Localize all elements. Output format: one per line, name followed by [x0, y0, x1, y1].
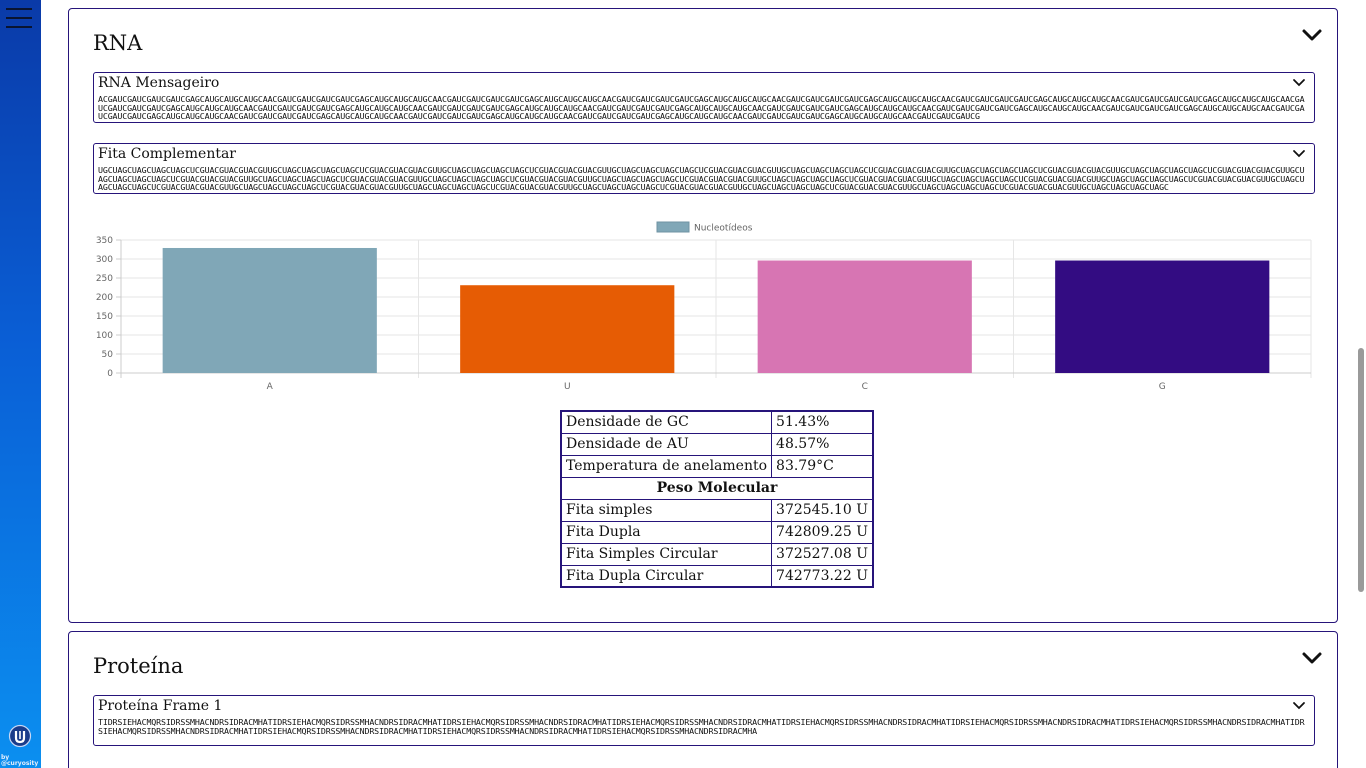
proteina-frame1-label: Proteína Frame 1 — [98, 698, 223, 714]
table-row: Temperatura de anelamento 83.79°C — [560, 454, 874, 478]
fita-simples-circular-value: 372527.08 U — [771, 542, 874, 566]
y-tick-label: 200 — [96, 293, 113, 303]
temp-value: 83.79°C — [771, 454, 874, 478]
proteina-frame1-box[interactable]: Proteína Frame 1 TIDRSIEHACMQRSIDRSSMHAC… — [93, 695, 1315, 746]
x-tick-label: G — [1159, 382, 1166, 392]
y-tick-label: 250 — [96, 274, 113, 284]
fita-dupla-label: Fita Dupla — [560, 520, 773, 544]
fita-complementar-sequence: UGCUAGCUAGCUAGCUAGCUCGUACGUACGUACGUUGCUA… — [98, 165, 1305, 193]
x-tick-label: U — [564, 382, 571, 392]
x-tick-label: C — [862, 382, 868, 392]
table-row: Fita Dupla Circular 742773.22 U — [560, 564, 874, 588]
brand-name: @curyosity — [1, 760, 39, 767]
table-row: Fita Dupla 742809.25 U — [560, 520, 874, 544]
bar-g — [1055, 260, 1270, 373]
proteina-card: Proteína Proteína Frame 1 TIDRSIEHACMQRS… — [68, 631, 1338, 768]
fita-complementar-box[interactable]: Fita Complementar UGCUAGCUAGCUAGCUAGCUCG… — [93, 143, 1315, 194]
table-row: Fita simples 372545.10 U — [560, 498, 874, 522]
rna-mensageiro-label: RNA Mensageiro — [98, 75, 220, 91]
fita-simples-circular-label: Fita Simples Circular — [560, 542, 773, 566]
fita-simples-value: 372545.10 U — [771, 498, 874, 522]
x-tick-label: A — [267, 382, 274, 392]
y-tick-label: 0 — [107, 369, 113, 379]
fita-dupla-value: 742809.25 U — [771, 520, 874, 544]
bar-c — [757, 260, 972, 373]
bar-a — [162, 247, 377, 373]
gc-label: Densidade de GC — [560, 410, 773, 434]
page-scrollbar[interactable] — [1356, 0, 1366, 768]
y-tick-label: 150 — [96, 312, 113, 322]
au-label: Densidade de AU — [560, 432, 773, 456]
proteina-title: Proteína — [93, 654, 184, 678]
y-tick-label: 350 — [96, 236, 113, 246]
chevron-down-icon[interactable] — [1292, 701, 1306, 711]
rna-mensageiro-sequence: ACGAUCGAUCGAUCGAUCGAGCAUGCAUGCAUGCAACGAU… — [98, 94, 1305, 122]
fita-dupla-circular-value: 742773.22 U — [771, 564, 874, 588]
table-row: Fita Simples Circular 372527.08 U — [560, 542, 874, 566]
rna-collapse-chevron-icon[interactable] — [1301, 27, 1323, 43]
fita-dupla-circular-label: Fita Dupla Circular — [560, 564, 773, 588]
table-row: Peso Molecular — [560, 476, 874, 500]
menu-icon[interactable] — [6, 8, 32, 30]
table-row: Densidade de GC 51.43% — [560, 410, 874, 434]
au-value: 48.57% — [771, 432, 874, 456]
rna-title: RNA — [93, 31, 143, 55]
proteina-frame1-sequence: TIDRSIEHACMQRSIDRSSMHACNDRSIDRACMHATIDRS… — [98, 717, 1305, 736]
temp-label: Temperatura de anelamento — [560, 454, 773, 478]
proteina-collapse-chevron-icon[interactable] — [1301, 650, 1323, 666]
curyosity-logo-icon — [8, 724, 32, 748]
peso-molecular-header: Peso Molecular — [560, 476, 874, 500]
nucleotide-bar-chart: Nucleotídeos 0 50 100 150 200 250 300 350 A U C G — [96, 221, 1312, 392]
sidebar: by @curyosity — [0, 0, 41, 768]
y-tick-label: 50 — [102, 350, 114, 360]
legend-swatch — [656, 221, 690, 233]
chevron-down-icon[interactable] — [1292, 149, 1306, 159]
table-row: Densidade de AU 48.57% — [560, 432, 874, 456]
brand-credit: by @curyosity — [1, 755, 41, 767]
bar-u — [460, 285, 675, 373]
y-tick-label: 100 — [96, 331, 113, 341]
fita-complementar-label: Fita Complementar — [98, 146, 236, 162]
rna-mensageiro-box[interactable]: RNA Mensageiro ACGAUCGAUCGAUCGAUCGAGCAUG… — [93, 72, 1315, 123]
rna-stats-table: Densidade de GC 51.43% Densidade de AU 4… — [560, 410, 874, 588]
y-tick-label: 300 — [96, 255, 113, 265]
fita-simples-label: Fita simples — [560, 498, 773, 522]
legend-label: Nucleotídeos — [694, 224, 753, 234]
rna-card: RNA RNA Mensageiro ACGAUCGAUCGAUCGAUCGAG… — [68, 8, 1338, 623]
chevron-down-icon[interactable] — [1292, 78, 1306, 88]
scrollbar-thumb[interactable] — [1358, 348, 1364, 592]
gc-value: 51.43% — [771, 410, 874, 434]
